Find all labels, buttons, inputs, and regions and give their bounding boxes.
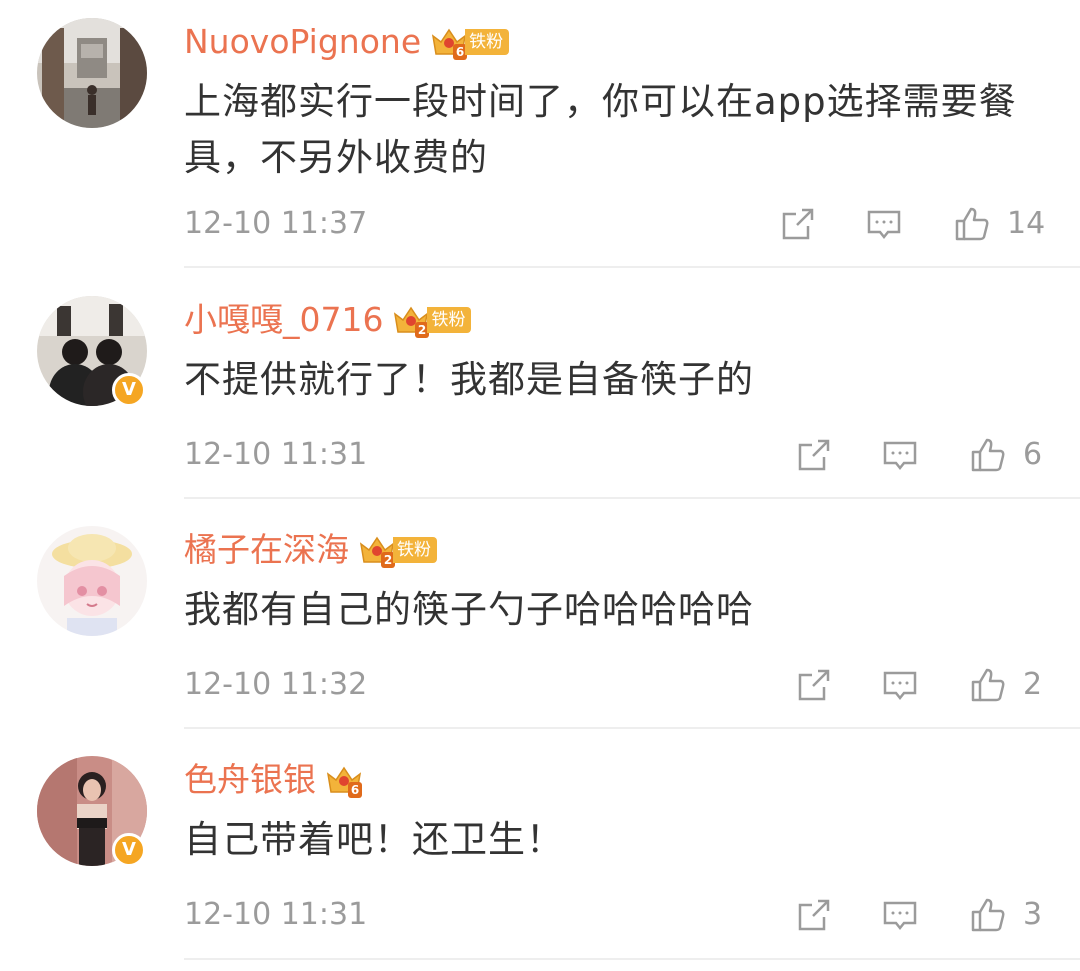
- comment-icon[interactable]: [880, 895, 920, 935]
- comment-text: 自己带着吧！还卫生！: [184, 818, 564, 861]
- divider: [184, 958, 1080, 960]
- divider: [184, 497, 1080, 499]
- fan-level: 6: [351, 783, 359, 797]
- timestamp: 12-10 11:31: [184, 437, 368, 472]
- username-row: 小嘎嘎_0716 2 铁粉: [184, 298, 472, 342]
- crown-icon: 6: [324, 760, 364, 800]
- comment-text: 不提供就行了！我都是自备筷子的: [184, 358, 754, 401]
- divider: [184, 727, 1080, 729]
- comment-meta: 12-10 11:31 6: [184, 433, 1080, 477]
- fan-badge: 铁粉: [393, 537, 437, 563]
- avatar[interactable]: [37, 526, 147, 636]
- username-row: 橘子在深海 2 铁粉: [184, 528, 437, 572]
- share-icon[interactable]: [794, 665, 834, 705]
- username[interactable]: 色舟银银: [184, 758, 316, 802]
- timestamp: 12-10 11:32: [184, 667, 368, 702]
- verified-v-icon: V: [112, 373, 146, 407]
- crown-icon: 2: [357, 530, 397, 570]
- thumbs-up-icon[interactable]: [968, 665, 1008, 705]
- like-count: 2: [1023, 667, 1043, 702]
- comment-icon[interactable]: [880, 435, 920, 475]
- comment-icon[interactable]: [880, 665, 920, 705]
- thumbs-up-icon[interactable]: [968, 435, 1008, 475]
- share-icon[interactable]: [794, 435, 834, 475]
- username-row: 色舟银银 6: [184, 758, 364, 802]
- share-icon[interactable]: [794, 895, 834, 935]
- verified-v-icon: V: [112, 833, 146, 867]
- crown-icon: 2: [391, 300, 431, 340]
- fan-level: 2: [418, 323, 426, 337]
- like-count: 3: [1023, 897, 1043, 932]
- comment-meta: 12-10 11:32 2: [184, 663, 1080, 707]
- comment-meta: 12-10 11:31 3: [184, 893, 1080, 937]
- timestamp: 12-10 11:31: [184, 897, 368, 932]
- thumbs-up-icon[interactable]: [968, 895, 1008, 935]
- username[interactable]: 橘子在深海: [184, 528, 349, 572]
- fan-badge: 铁粉: [427, 307, 472, 333]
- like-count: 6: [1023, 437, 1043, 472]
- username[interactable]: 小嘎嘎_0716: [184, 298, 383, 342]
- comment-item: V 色舟银银 6 自己带着吧！还卫生！ 12-10 11:31 3: [0, 0, 1080, 960]
- fan-level: 2: [384, 553, 392, 567]
- comment-text: 我都有自己的筷子勺子哈哈哈哈哈: [184, 588, 754, 631]
- divider: [184, 266, 1080, 268]
